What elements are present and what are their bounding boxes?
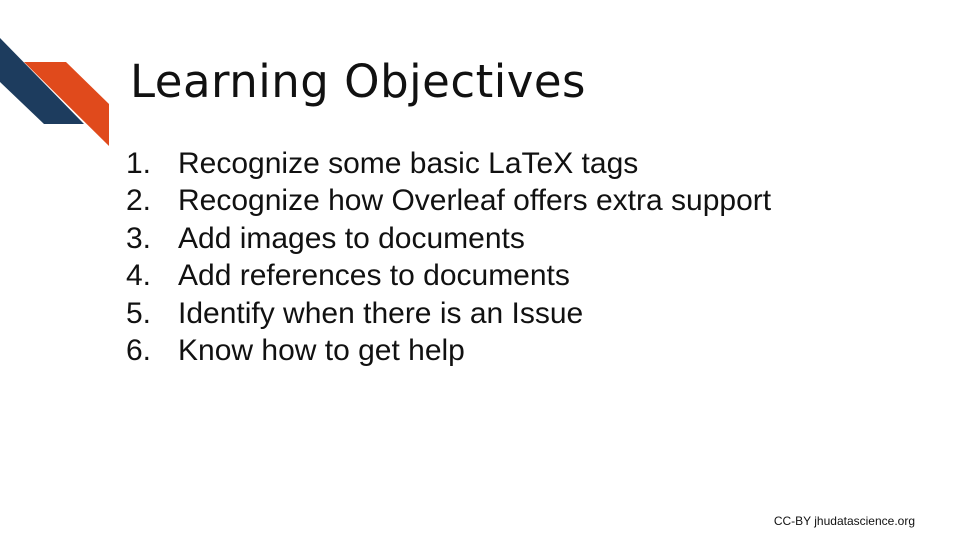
list-item-text: Add references to documents xyxy=(178,259,570,293)
list-item: 6. Know how to get help xyxy=(126,332,771,369)
list-item: 4. Add references to documents xyxy=(126,257,771,294)
slide-title: Learning Objectives xyxy=(130,55,586,108)
list-item: 1. Recognize some basic LaTeX tags xyxy=(126,145,771,182)
slide: Learning Objectives 1. Recognize some ba… xyxy=(0,0,960,540)
list-item: 5. Identify when there is an Issue xyxy=(126,295,771,332)
list-item-text: Know how to get help xyxy=(178,333,465,367)
list-item: 2. Recognize how Overleaf offers extra s… xyxy=(126,182,771,219)
list-item-number: 5. xyxy=(126,296,152,330)
corner-stripes-decoration xyxy=(0,38,109,146)
list-item-text: Recognize some basic LaTeX tags xyxy=(178,147,639,180)
list-item-text: Add images to documents xyxy=(178,221,525,255)
list-item-text: Recognize how Overleaf offers extra supp… xyxy=(178,184,772,218)
list-item: 3. Add images to documents xyxy=(126,220,771,257)
list-item-number: 3. xyxy=(126,221,152,255)
footer-credit: CC-BY jhudatascience.org xyxy=(773,514,915,528)
list-item-number: 6. xyxy=(126,333,152,367)
list-item-text: Identify when there is an Issue xyxy=(178,296,584,330)
objectives-list: 1. Recognize some basic LaTeX tags 2. Re… xyxy=(126,145,771,369)
list-item-number: 1. xyxy=(126,147,152,180)
list-item-number: 4. xyxy=(126,259,152,293)
list-item-number: 2. xyxy=(126,184,152,218)
